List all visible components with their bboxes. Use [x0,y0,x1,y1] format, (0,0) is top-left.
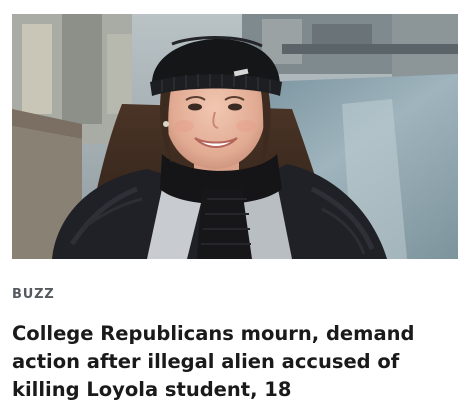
category-label[interactable]: BUZZ [12,287,55,302]
article-card[interactable]: BUZZ College Republicans mourn, demand a… [0,0,469,417]
article-headline[interactable]: College Republicans mourn, demand action… [12,320,458,404]
article-photo[interactable] [12,14,458,259]
